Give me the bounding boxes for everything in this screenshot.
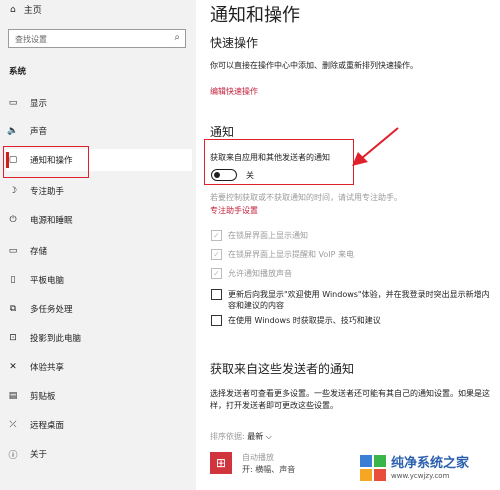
speaker-icon: 🔈 xyxy=(7,126,19,136)
logo-square xyxy=(360,455,372,467)
app-status: 开: 横幅、声音 xyxy=(242,465,296,474)
checkbox-lockscreen-notifications[interactable]: ✓ xyxy=(211,230,222,241)
power-icon: ⏻ xyxy=(9,215,17,225)
share-icon: ✕ xyxy=(9,362,17,372)
checkbox-tips[interactable] xyxy=(211,315,222,326)
sidebar-item-label: 电源和睡眠 xyxy=(30,216,73,226)
checkbox-label: 允许通知播放声音 xyxy=(228,269,292,278)
edit-quick-actions-link[interactable]: 编辑快速操作 xyxy=(210,86,258,97)
autoplay-app-icon[interactable]: ⊞ xyxy=(210,452,232,474)
project-icon: ⊡ xyxy=(9,333,17,343)
search-placeholder: 查找设置 xyxy=(15,35,47,44)
notifications-toggle[interactable] xyxy=(211,169,237,181)
sidebar-item[interactable]: ▭ 显示 xyxy=(6,92,192,114)
home-icon: ⌂ xyxy=(10,4,16,15)
sidebar-item-label: 关于 xyxy=(30,450,48,460)
moon-icon: ☽ xyxy=(8,186,18,196)
sort-dropdown[interactable]: 排序依据: 最新 ⌵ xyxy=(210,431,272,442)
checkbox-welcome-experience[interactable] xyxy=(211,289,222,300)
storage-icon: ▭ xyxy=(8,246,18,256)
main-panel: 通知和操作 快速操作 你可以直接在操作中心中添加、删除或重新排列快速操作。 编辑… xyxy=(196,0,500,490)
notifications-heading: 通知 xyxy=(210,125,235,139)
quick-actions-heading: 快速操作 xyxy=(210,36,259,50)
checkbox-label: 在锁屏界面上显示提醒和 VoIP 来电 xyxy=(228,250,355,259)
info-icon: ⓘ xyxy=(8,450,18,461)
home-label: 主页 xyxy=(23,6,42,16)
sidebar-item-label: 显示 xyxy=(30,99,48,109)
checkbox-label: 更新后向我显示"欢迎使用 Windows"体验，并在我登录时突出显示新增内容和建… xyxy=(228,290,490,310)
logo-square xyxy=(360,469,372,481)
sidebar-item-label: 投影到此电脑 xyxy=(30,334,82,344)
watermark-url: www.ycwjzy.com xyxy=(391,471,450,480)
watermark-title: 纯净系统之家 xyxy=(391,455,470,471)
logo-square xyxy=(374,469,386,481)
sidebar-item[interactable]: ✕ 体验共享 xyxy=(6,356,192,378)
watermark-logo-icon xyxy=(360,455,386,481)
sidebar-item-label: 剪贴板 xyxy=(30,392,56,402)
senders-desc: 选择发送者可查看更多设置。一些发送者还可能有其自己的通知设置。如果是这样，打开发… xyxy=(210,389,490,410)
sidebar-item-label: 远程桌面 xyxy=(30,421,65,431)
sidebar-item[interactable]: ⧉ 多任务处理 xyxy=(6,298,192,320)
sidebar-item-label: 平板电脑 xyxy=(30,276,65,286)
clipboard-icon: ▤ xyxy=(8,391,18,401)
checkbox-label: 在锁屏界面上显示通知 xyxy=(228,231,308,240)
sidebar-item[interactable]: 🔈 声音 xyxy=(6,120,192,142)
search-icon: ⌕ xyxy=(174,32,180,43)
focus-assist-link[interactable]: 专注助手设置 xyxy=(210,205,258,216)
highlight-box-nav xyxy=(3,146,89,178)
multitask-icon: ⧉ xyxy=(9,304,17,314)
toggle-state-label: 关 xyxy=(246,171,254,180)
quick-actions-desc: 你可以直接在操作中心中添加、删除或重新排列快速操作。 xyxy=(210,61,418,70)
logo-square xyxy=(374,455,386,467)
home-link[interactable]: ⌂ 主页 xyxy=(10,3,42,17)
sidebar-item-label: 多任务处理 xyxy=(30,305,73,315)
sidebar-item[interactable]: ▤ 剪贴板 xyxy=(6,385,192,407)
sidebar-item[interactable]: ☽ 专注助手 xyxy=(6,180,192,202)
sidebar-item[interactable]: ⊡ 投影到此电脑 xyxy=(6,327,192,349)
sidebar-item[interactable]: ⏻ 电源和睡眠 xyxy=(6,209,192,231)
sidebar-item-label: 存储 xyxy=(30,247,48,257)
get-notifications-label: 获取来自应用和其他发送者的通知 xyxy=(210,153,330,162)
checkbox-label: 在使用 Windows 时获取提示、技巧和建议 xyxy=(228,316,381,325)
sidebar-item[interactable]: ▯ 平板电脑 xyxy=(6,269,192,291)
tablet-icon: ▯ xyxy=(10,275,16,285)
page-title: 通知和操作 xyxy=(210,5,300,26)
sidebar-item-label: 体验共享 xyxy=(30,363,65,373)
watermark: 纯净系统之家 www.ycwjzy.com xyxy=(360,448,498,488)
toggle-knob xyxy=(214,171,220,178)
app-name[interactable]: 自动播放 xyxy=(242,452,274,463)
section-label: 系统 xyxy=(9,67,27,77)
sidebar-item-label: 专注助手 xyxy=(30,187,65,197)
checkbox-notification-sounds[interactable]: ✓ xyxy=(211,268,222,279)
sidebar-item[interactable]: ▭ 存储 xyxy=(6,240,192,262)
sidebar: ⌂ 主页 查找设置 ⌕ 系统 ▭ 显示 🔈 声音 ▢ 通知和操作 ☽ 专注助手 ⏻ 电源和睡眠 ▭ 存… xyxy=(0,0,196,490)
senders-heading: 获取来自这些发送者的通知 xyxy=(210,362,355,376)
sidebar-item[interactable]: ⤫ 远程桌面 xyxy=(6,414,192,436)
sidebar-item-label: 声音 xyxy=(30,127,48,137)
search-input[interactable]: 查找设置 ⌕ xyxy=(8,29,186,48)
checkbox-lockscreen-reminders[interactable]: ✓ xyxy=(211,249,222,260)
remote-icon: ⤫ xyxy=(9,420,17,430)
chevron-down-icon: ⌵ xyxy=(265,432,272,441)
sort-value: 最新 xyxy=(247,432,264,441)
monitor-icon: ▭ xyxy=(8,98,18,108)
focus-desc: 若要控制获取或不获取通知的时间，请试用专注助手。 xyxy=(210,193,402,202)
sort-label: 排序依据: xyxy=(210,432,248,441)
sidebar-item[interactable]: ⓘ 关于 xyxy=(6,443,192,465)
